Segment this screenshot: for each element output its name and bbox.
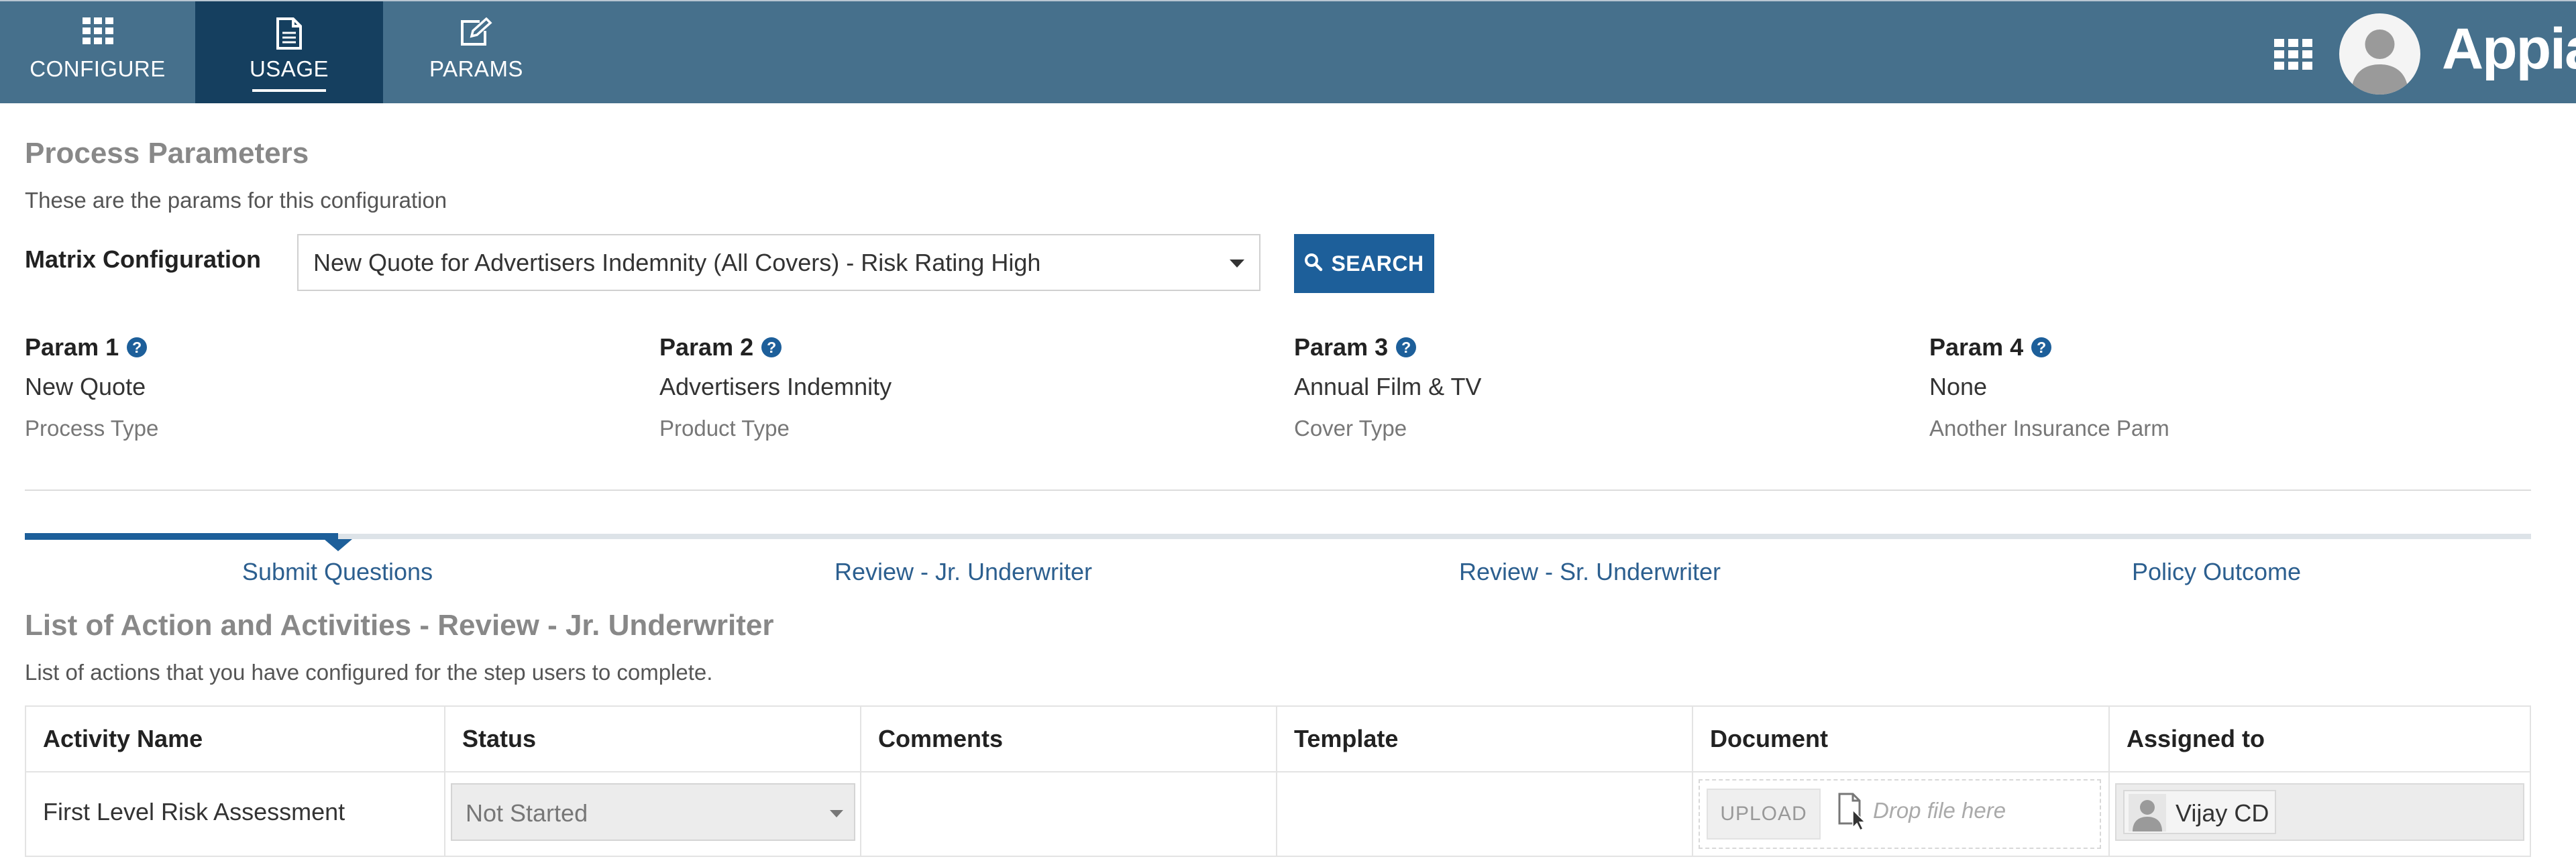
- column-header-document: Document: [1693, 707, 2110, 771]
- help-icon[interactable]: ?: [1396, 337, 1417, 357]
- user-avatar[interactable]: [2339, 13, 2420, 95]
- param-2-name: Param 2: [659, 333, 754, 361]
- tab-params[interactable]: PARAMS: [383, 1, 570, 103]
- column-header-comments: Comments: [861, 707, 1277, 771]
- edit-icon: [460, 17, 493, 50]
- page-title: Process Parameters: [25, 137, 309, 170]
- top-nav-bar: CONFIGURE USAGE PARAMS Appi: [0, 0, 2576, 103]
- step-review-sr-underwriter[interactable]: Review - Sr. Underwriter: [1459, 558, 1721, 586]
- param-3: Param 3 ? Annual Film & TV Cover Type: [1294, 333, 1481, 441]
- help-icon[interactable]: ?: [127, 337, 148, 357]
- step-active-marker: [324, 539, 352, 551]
- status-cell: Not Started: [445, 772, 861, 856]
- user-avatar-small: [2129, 794, 2166, 831]
- param-4: Param 4 ? None Another Insurance Parm: [1929, 333, 2169, 441]
- column-header-assigned-to: Assigned to: [2127, 725, 2265, 752]
- tab-configure[interactable]: CONFIGURE: [0, 1, 195, 103]
- activities-subtitle: List of actions that you have configured…: [25, 660, 713, 685]
- search-button[interactable]: SEARCH: [1294, 234, 1434, 293]
- step-submit-questions[interactable]: Submit Questions: [242, 558, 433, 586]
- step-review-jr-underwriter[interactable]: Review - Jr. Underwriter: [835, 558, 1092, 586]
- step-policy-outcome[interactable]: Policy Outcome: [2132, 558, 2301, 586]
- tab-usage-label: USAGE: [249, 56, 329, 81]
- chevron-down-icon: [1230, 260, 1244, 268]
- document-cell: UPLOAD Drop file here: [1693, 772, 2110, 856]
- column-header-activity-name: Activity Name: [26, 707, 445, 771]
- param-1: Param 1 ? New Quote Process Type: [25, 333, 158, 441]
- file-drop-zone[interactable]: UPLOAD Drop file here: [1699, 779, 2101, 849]
- param-4-value: None: [1929, 373, 1988, 400]
- appian-logo[interactable]: Appian: [2442, 16, 2576, 82]
- help-icon[interactable]: ?: [761, 337, 782, 357]
- tab-configure-label: CONFIGURE: [30, 56, 166, 81]
- column-header-template: Template: [1277, 707, 1693, 771]
- param-1-type: Process Type: [25, 416, 159, 441]
- apps-menu-icon[interactable]: [2274, 39, 2313, 73]
- matrix-selected-value: New Quote for Advertisers Indemnity (All…: [313, 249, 1041, 276]
- activities-table: Activity Name Status Comments Template D…: [25, 705, 2531, 857]
- assigned-user-picker[interactable]: Vijay CD: [2115, 783, 2524, 841]
- param-4-type: Another Insurance Parm: [1929, 416, 2169, 441]
- active-tab-indicator: [252, 89, 326, 92]
- page-subtitle: These are the params for this configurat…: [25, 188, 447, 213]
- search-icon: [1304, 253, 1323, 275]
- matrix-configuration-label: Matrix Configuration: [25, 245, 261, 273]
- table-row: First Level Risk Assessment Not Started …: [26, 772, 2530, 856]
- activities-title: List of Action and Activities - Review -…: [25, 609, 774, 642]
- param-1-name: Param 1: [25, 333, 119, 361]
- upload-button[interactable]: UPLOAD: [1707, 789, 1821, 840]
- param-2-type: Product Type: [659, 416, 790, 441]
- activity-name-cell: First Level Risk Assessment: [26, 772, 445, 856]
- template-cell: [1277, 772, 1693, 856]
- assigned-to-cell: Vijay CD: [2110, 772, 2530, 856]
- help-icon[interactable]: ?: [2031, 337, 2052, 357]
- param-3-value: Annual Film & TV: [1294, 373, 1482, 400]
- search-button-label: SEARCH: [1331, 251, 1424, 276]
- chevron-down-icon: [830, 810, 843, 817]
- comments-cell: [861, 772, 1277, 856]
- section-divider: [25, 490, 2531, 491]
- tab-usage[interactable]: USAGE: [195, 1, 383, 103]
- drop-file-text: Drop file here: [1873, 798, 2006, 823]
- document-icon: [276, 17, 303, 53]
- param-3-type: Cover Type: [1294, 416, 1407, 441]
- param-4-name: Param 4: [1929, 333, 2024, 361]
- activity-name: First Level Risk Assessment: [43, 798, 345, 825]
- step-progress-track: [25, 534, 2531, 539]
- column-header-status: Status: [445, 707, 861, 771]
- grid-icon: [82, 17, 113, 48]
- tab-params-label: PARAMS: [429, 56, 523, 81]
- matrix-configuration-dropdown[interactable]: New Quote for Advertisers Indemnity (All…: [297, 234, 1260, 291]
- step-progress-fill: [25, 533, 338, 540]
- param-3-name: Param 3: [1294, 333, 1389, 361]
- user-chip[interactable]: Vijay CD: [2123, 790, 2276, 834]
- param-2: Param 2 ? Advertisers Indemnity Product …: [659, 333, 892, 441]
- assigned-user-name: Vijay CD: [2176, 799, 2269, 827]
- table-header-row: Activity Name Status Comments Template D…: [26, 707, 2530, 772]
- param-2-value: Advertisers Indemnity: [659, 373, 892, 400]
- status-dropdown[interactable]: Not Started: [451, 783, 855, 841]
- status-value: Not Started: [466, 799, 588, 827]
- param-1-value: New Quote: [25, 373, 146, 400]
- file-drop-icon: [1838, 793, 1868, 835]
